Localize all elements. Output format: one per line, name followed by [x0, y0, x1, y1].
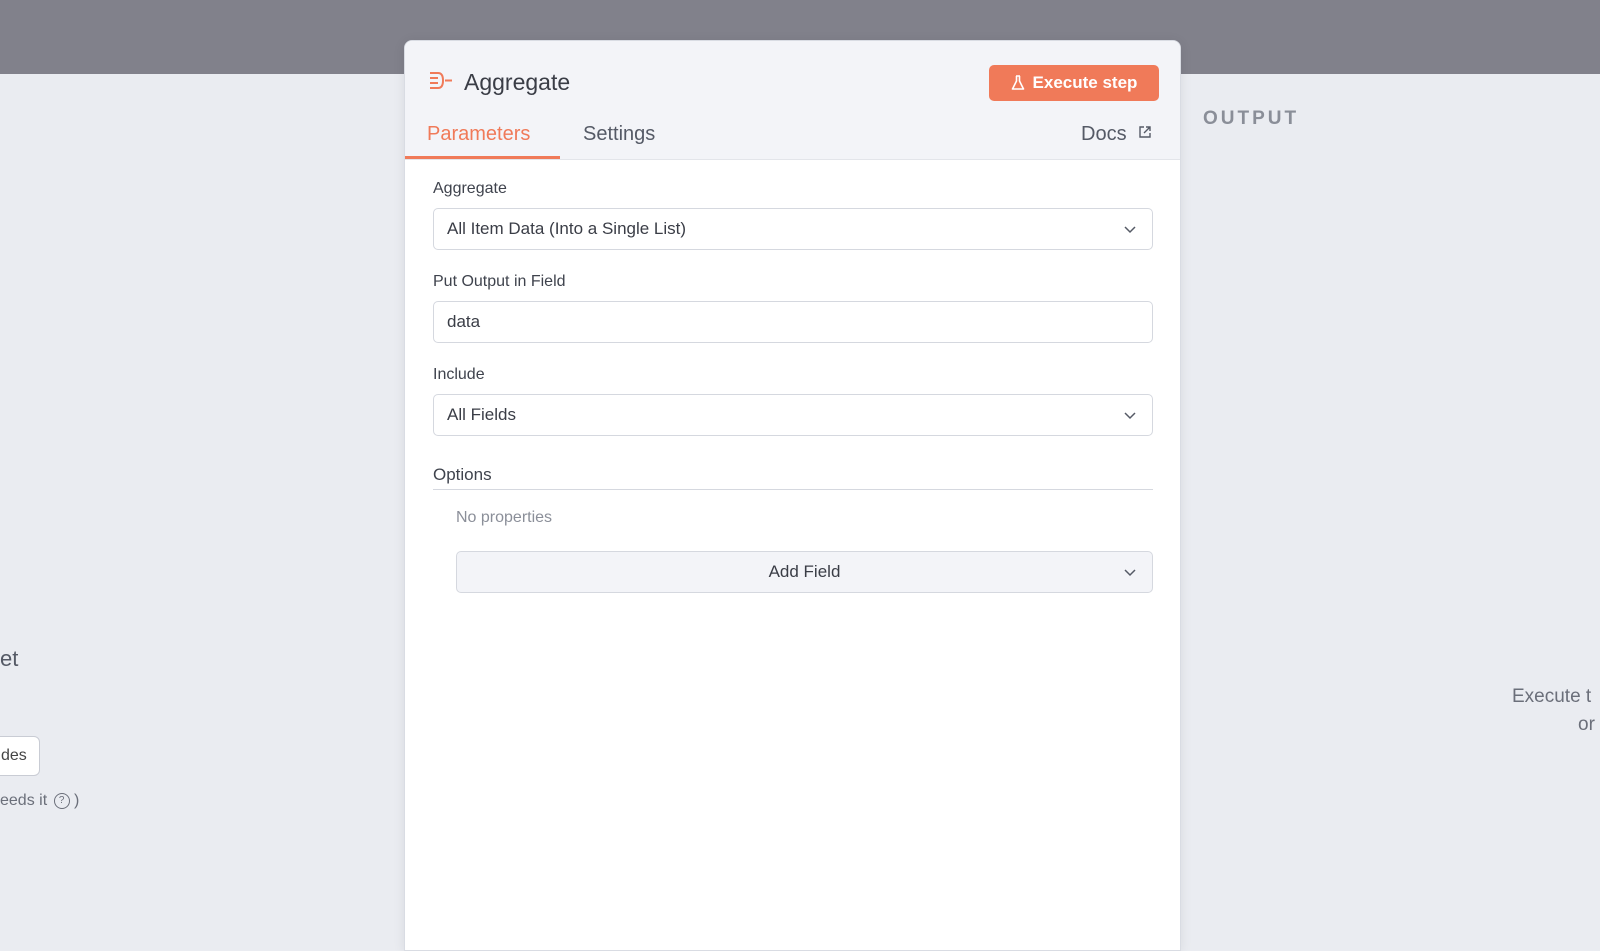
chevron-down-icon — [1124, 226, 1136, 234]
output-field-input[interactable]: data — [433, 301, 1153, 343]
include-select[interactable]: All Fields — [433, 394, 1153, 436]
options-heading: Options — [433, 465, 492, 484]
output-hint-line2: or — [1578, 714, 1595, 735]
docs-link[interactable]: Docs — [1081, 123, 1152, 146]
output-field-label: Put Output in Field — [433, 273, 566, 290]
aggregate-select[interactable]: All Item Data (Into a Single List) — [433, 208, 1153, 250]
add-field-button[interactable]: Add Field — [456, 551, 1153, 593]
node-details-panel: Aggregate Execute step Parameters Settin… — [404, 40, 1181, 951]
docs-label: Docs — [1081, 123, 1127, 145]
node-title: Aggregate — [464, 69, 571, 95]
aggregate-node-icon — [430, 72, 452, 89]
include-label: Include — [433, 366, 485, 383]
external-link-icon — [1139, 126, 1151, 138]
output-pane-title: OUTPUT — [1203, 108, 1300, 129]
aggregate-label: Aggregate — [433, 180, 507, 197]
input-pane-title: et — [0, 646, 19, 671]
tab-settings[interactable]: Settings — [583, 123, 655, 146]
input-pane-hint: eeds it ? ) — [0, 792, 79, 810]
input-pane — [0, 74, 404, 951]
tab-parameters[interactable]: Parameters — [427, 123, 530, 146]
help-circle-icon[interactable]: ? — [53, 793, 70, 809]
aggregate-select-value: All Item Data (Into a Single List) — [447, 219, 687, 238]
chevron-down-icon — [1124, 569, 1136, 577]
input-pane-hint-text: eeds it — [0, 792, 48, 809]
output-field-value: data — [447, 312, 481, 331]
input-pane-hint-paren: ) — [74, 792, 80, 809]
flask-icon — [1011, 75, 1024, 90]
include-select-value: All Fields — [447, 405, 516, 424]
input-pane-button[interactable]: des — [0, 736, 40, 776]
add-field-label: Add Field — [768, 562, 841, 581]
execute-step-label: Execute step — [1032, 73, 1138, 92]
active-tab-indicator — [405, 156, 560, 159]
options-divider — [433, 489, 1153, 490]
output-hint-line1: Execute t — [1512, 686, 1592, 707]
no-properties-text: No properties — [456, 509, 553, 526]
chevron-down-icon — [1124, 412, 1136, 420]
output-pane — [1180, 74, 1600, 951]
execute-step-button[interactable]: Execute step — [989, 65, 1159, 101]
panel-header: Aggregate Execute step Parameters Settin… — [405, 41, 1180, 160]
